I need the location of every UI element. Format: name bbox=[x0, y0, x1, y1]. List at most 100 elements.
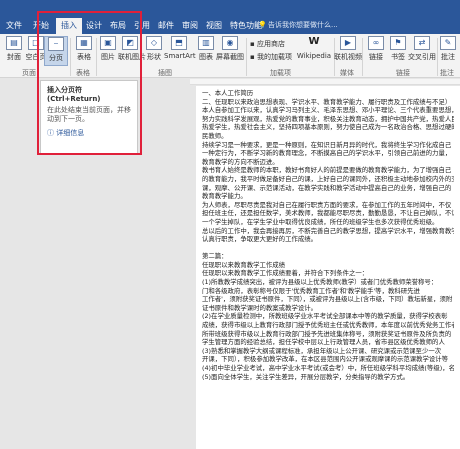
wikipedia-button[interactable]: W Wikipedia bbox=[296, 36, 332, 60]
doc-line: 一个学生掉队，在学生学业中取得优良成绩，所任的班级学生也多次获得优秀班级。 bbox=[202, 217, 439, 226]
smartart-button[interactable]: ⬒ SmartArt bbox=[164, 36, 196, 60]
link-label: 链接 bbox=[369, 53, 383, 61]
online-picture-label: 联机图片 bbox=[118, 53, 146, 61]
doc-line: 民教师。 bbox=[202, 131, 228, 140]
cross-reference-button[interactable]: ⇄ 交叉引用 bbox=[408, 36, 436, 62]
doc-line: 二、任现职以来政治思想表现、学识水平、教育教学能力、履行职责及工作成绩与不足） bbox=[202, 97, 452, 106]
tooltip-title: 插入分页符 (Ctrl+Return) bbox=[47, 86, 101, 103]
camera-icon: ◉ bbox=[222, 36, 238, 50]
blank-page-icon: □ bbox=[28, 36, 44, 50]
ribbon-separator bbox=[70, 38, 71, 76]
online-picture-icon: ◩ bbox=[122, 36, 138, 50]
cover-page-label: 封面 bbox=[7, 53, 21, 61]
comment-button[interactable]: ✎ 批注 bbox=[436, 36, 460, 62]
doc-line: 教书育人始终是教师的本职，教好书育好人的前提是要做的教育教学能力，为了增强自己 bbox=[202, 166, 452, 175]
doc-line: 任现职以来教育教学工作成绩要着，并符合下列条件之一： bbox=[202, 269, 369, 278]
online-video-button[interactable]: ▶ 联机视频 bbox=[334, 36, 362, 62]
doc-line: 一种定行为，不断学习新的教育理念，不断摸高自己的学识水平，引领自己前进的力量， bbox=[202, 149, 452, 158]
table-icon: ▦ bbox=[76, 36, 92, 50]
doc-line: 努力实践科学发展观，热爱党的教育事业，积极关注教育动态，拥护中国共产党，热爱人民 bbox=[202, 114, 454, 123]
store-icon: ▪ bbox=[250, 40, 257, 48]
shapes-label: 形状 bbox=[147, 53, 161, 61]
tab-review[interactable]: 审阅 bbox=[182, 19, 198, 33]
tab-mailings[interactable]: 邮件 bbox=[158, 19, 174, 33]
comment-icon: ✎ bbox=[440, 36, 456, 50]
group-addins-label: 加载项 bbox=[270, 69, 291, 77]
question-icon: ⓘ bbox=[47, 129, 57, 137]
group-tables-label: 表格 bbox=[76, 69, 90, 77]
cover-page-button[interactable]: ▤ 封面 bbox=[2, 36, 26, 62]
doc-line: 任现职以来教育教学工作成绩 bbox=[202, 260, 286, 269]
group-pages-label: 页面 bbox=[22, 69, 36, 77]
ribbon-separator bbox=[246, 38, 247, 76]
doc-line: 本人自参加工作以来，认真学习马列主义、毛泽东思想、邓小平理论、三个代表重要思想， bbox=[202, 106, 454, 115]
smartart-icon: ⬒ bbox=[171, 36, 187, 50]
tooltip-more-info-link[interactable]: ⓘ 详细信息 bbox=[47, 128, 131, 138]
bookmark-label: 书签 bbox=[391, 53, 405, 61]
doc-line: 成绩，获得市级以上教育行政部门授予优秀班主任或优秀教师，本年度以前优秀党务工作者 bbox=[202, 321, 454, 330]
tab-references[interactable]: 引用 bbox=[134, 19, 150, 33]
tooltip-link-label: 详细信息 bbox=[56, 129, 85, 137]
lightbulb-icon: 💡 bbox=[258, 21, 267, 29]
my-addins-button[interactable]: ▪ 我的加载项 bbox=[250, 52, 292, 62]
picture-button[interactable]: ▣ 图片 bbox=[96, 36, 120, 62]
wikipedia-icon: W bbox=[308, 36, 320, 47]
picture-icon: ▣ bbox=[100, 36, 116, 50]
screenshot-label: 屏幕截图 bbox=[216, 53, 244, 61]
doc-line: 认真行职责，争取更大更好的工作成绩。 bbox=[202, 235, 318, 244]
app-store-button[interactable]: ▪ 应用商店 bbox=[250, 39, 285, 49]
tab-design[interactable]: 设计 bbox=[86, 19, 102, 33]
tell-me-text: 告诉我你想要做什么... bbox=[268, 21, 338, 29]
tab-home[interactable]: 开始 bbox=[33, 19, 49, 33]
table-label: 表格 bbox=[77, 53, 91, 61]
tab-view[interactable]: 视图 bbox=[206, 19, 222, 33]
chart-button[interactable]: ▥ 图表 bbox=[194, 36, 218, 62]
table-button[interactable]: ▦ 表格 bbox=[72, 36, 96, 62]
page-break-icon: ⎯ bbox=[48, 37, 64, 51]
chart-icon: ▥ bbox=[198, 36, 214, 50]
doc-line: (1)所教教学成绩突出，被评为县级以上优秀教师(教学）或者门优秀教师荣誉称号： bbox=[202, 278, 438, 287]
picture-label: 图片 bbox=[101, 53, 115, 61]
doc-line: (2)在学业质量检测中，所教班级学业水平考试全部课本中等的教学质量，获得学校表彰 bbox=[202, 312, 448, 321]
tell-me-search[interactable]: 💡告诉我你想要做什么... bbox=[258, 18, 398, 32]
doc-blank-line bbox=[202, 244, 454, 253]
doc-line: (3)熟悉和掌握教学大纲或课程标准，承担年级以上公开课、研究课或示范课至少一次 bbox=[202, 346, 442, 355]
app-store-label: 应用商店 bbox=[256, 40, 285, 48]
online-picture-button[interactable]: ◩ 联机图片 bbox=[118, 36, 146, 62]
video-icon: ▶ bbox=[340, 36, 356, 50]
bookmark-button[interactable]: ⚑ 书签 bbox=[386, 36, 410, 62]
ribbon-insert: ▤ 封面 □ 空白页 ⎯ 分页 页面 ▦ 表格 表格 ▣ 图片 ◩ 联机图片 ◇… bbox=[0, 34, 460, 78]
doc-line: 门和各级政府，表彰称号仅限于'优秀教育工作者'和'教学能手'等，教科研先进 bbox=[202, 286, 420, 295]
doc-line: 证书原件和教学课时的教案或教学设计。 bbox=[202, 303, 318, 312]
tab-insert[interactable]: 插入 bbox=[56, 18, 82, 34]
link-button[interactable]: ∞ 链接 bbox=[364, 36, 388, 62]
shapes-icon: ◇ bbox=[146, 36, 162, 50]
online-video-label: 联机视频 bbox=[334, 53, 362, 61]
bookmark-icon: ⚑ bbox=[390, 36, 406, 50]
horizontal-ruler[interactable] bbox=[190, 79, 460, 85]
doc-line: 持续学习是一种要求，更是一种原则，在知识日新月异的时代，我将终生学习作化成自己 bbox=[202, 140, 452, 149]
cover-page-icon: ▤ bbox=[6, 36, 22, 50]
smartart-label: SmartArt bbox=[164, 52, 196, 60]
document-page[interactable]: 一、本人工作简历 二、任现职以来政治思想表现、学识水平、教育教学能力、履行职责及… bbox=[196, 86, 460, 449]
page-break-tooltip: 插入分页符 (Ctrl+Return) 在此处结束当前页面，并移动到下一页。 ⓘ… bbox=[40, 80, 138, 154]
tab-layout[interactable]: 布局 bbox=[110, 19, 126, 33]
group-illustrations-label: 插图 bbox=[158, 69, 172, 77]
tab-file[interactable]: 文件 bbox=[6, 19, 22, 33]
doc-line: 一、本人工作简历 bbox=[202, 89, 254, 97]
doc-line: 教育教学的方向不断迈进。 bbox=[202, 157, 279, 166]
page-break-button[interactable]: ⎯ 分页 bbox=[44, 36, 68, 66]
doc-line: (4)初中毕业学业考试，高中学业水平考试(或会考）中，所任班级学科平均成绩(等级… bbox=[202, 364, 454, 372]
doc-line: 教育教学能力。 bbox=[202, 192, 247, 201]
word-window: 文件 开始 插入 设计 布局 引用 邮件 审阅 视图 特色功能 💡告诉我你想要做… bbox=[0, 0, 460, 449]
doc-line: 的教育能力，我平时做足备好自己的课，上好自己的课同外，还积极主动地参加校内外的交… bbox=[202, 174, 454, 183]
screenshot-button[interactable]: ◉ 屏幕截图 bbox=[216, 36, 244, 62]
doc-line: (5)面向全体学生，关注学生差异，开展分层教学，分类指导的教学方式。 bbox=[202, 372, 410, 381]
doc-heading: 第二篇： bbox=[202, 252, 228, 261]
shapes-button[interactable]: ◇ 形状 bbox=[142, 36, 166, 62]
addin-icon: ▪ bbox=[250, 53, 257, 61]
ribbon-separator bbox=[362, 38, 363, 76]
chart-label: 图表 bbox=[199, 53, 213, 61]
doc-line: 开课，下同），积极参加教学改革，在本区县范围内公开课或观摩课的示范课教学设计等 bbox=[202, 355, 449, 364]
doc-line: 工作者'，须附获奖证书原件，下同），或被评为县级以上(含市级，下同）教坛新星，须… bbox=[202, 295, 453, 304]
